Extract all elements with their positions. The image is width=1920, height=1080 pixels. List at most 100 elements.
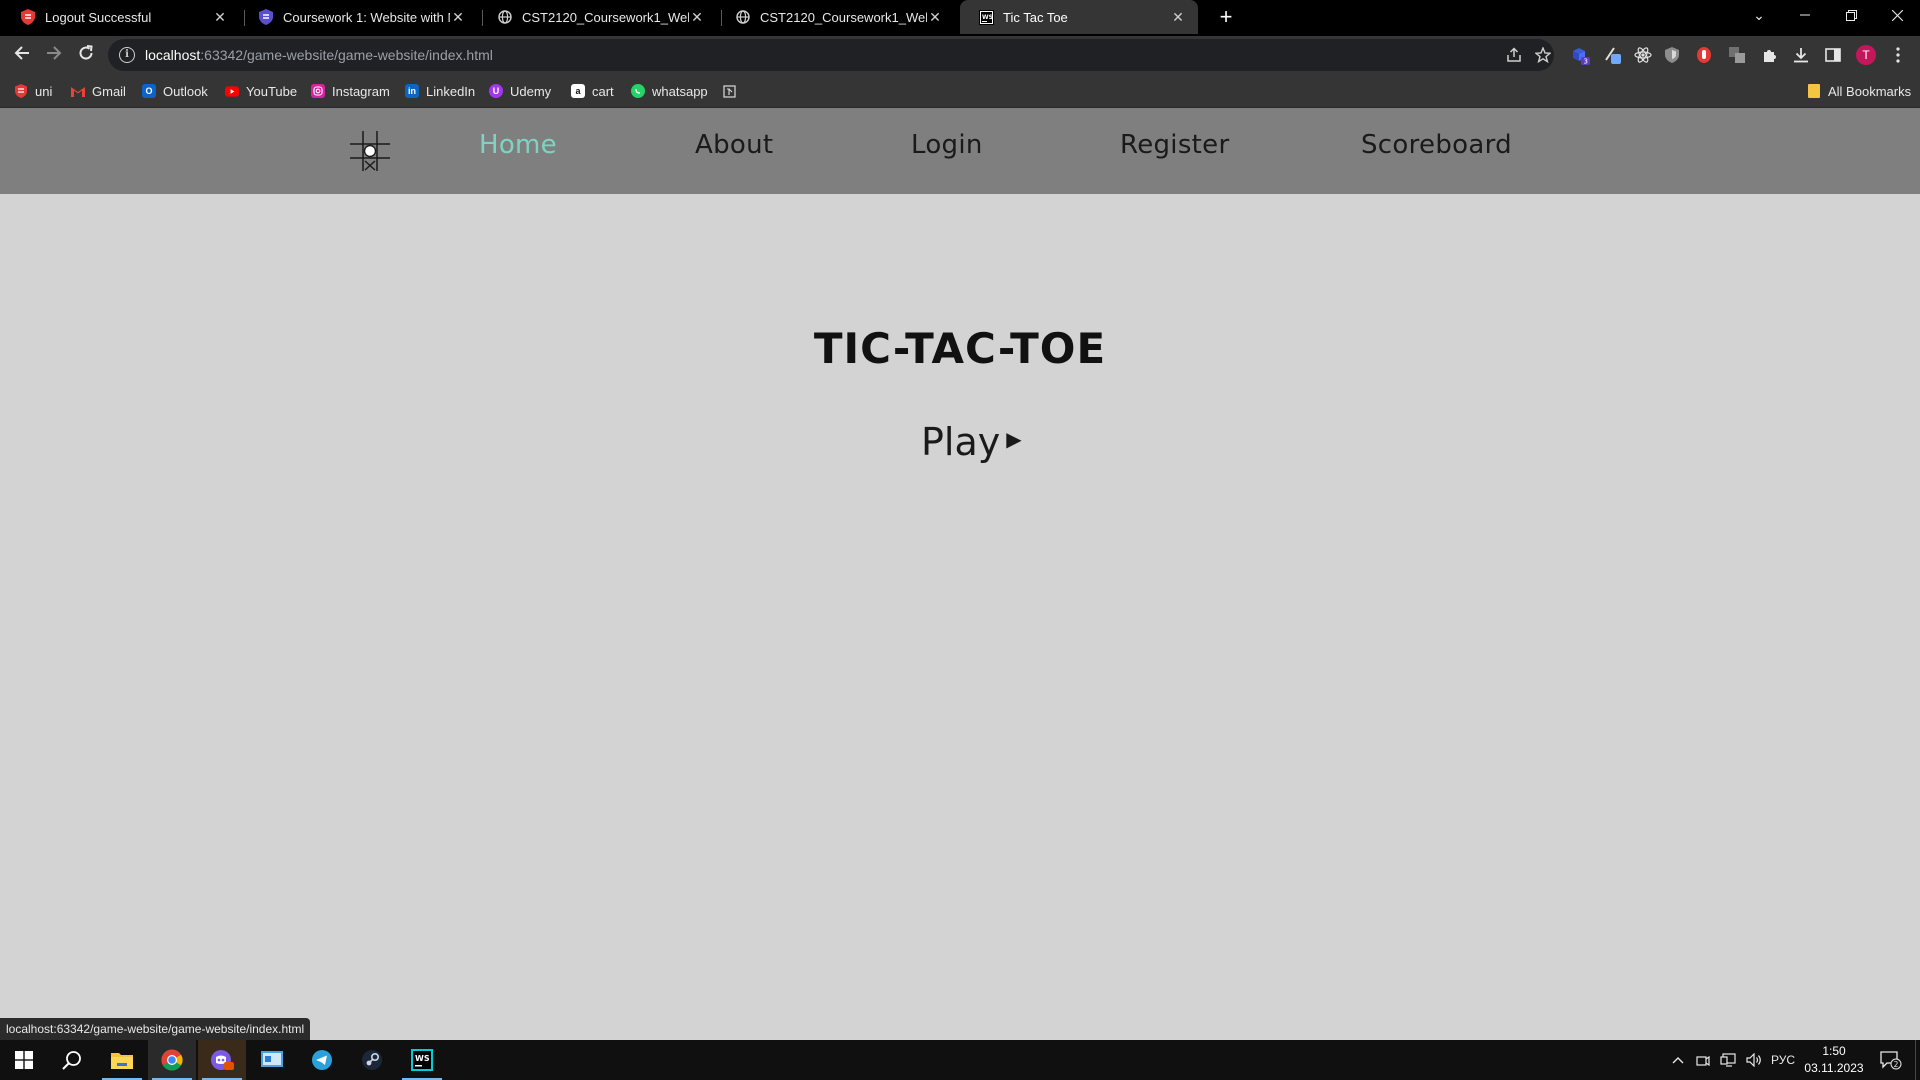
bookmark-label: Gmail <box>92 83 126 99</box>
tab-title: CST2120_Coursework1_Website <box>522 9 689 25</box>
bookmark-youtube[interactable]: YouTube <box>225 81 297 101</box>
bookmark-label: cart <box>592 83 614 99</box>
site-navbar: Home About Login Register Scoreboard <box>0 108 1920 194</box>
notifications-icon[interactable]: 2 <box>1880 1040 1902 1080</box>
svg-text:2: 2 <box>1894 1060 1899 1069</box>
forward-arrow-icon[interactable] <box>42 43 66 67</box>
close-window-icon[interactable] <box>1874 0 1920 30</box>
webstorm-icon: WS <box>978 9 994 25</box>
nav-about-link[interactable]: About <box>695 130 773 160</box>
nav-register-link[interactable]: Register <box>1120 130 1229 160</box>
bookmark-label: Udemy <box>510 83 552 99</box>
bookmark-label: Instagram <box>332 83 390 99</box>
telegram-icon[interactable] <box>298 1040 346 1080</box>
close-icon[interactable]: ✕ <box>927 9 943 26</box>
shield-extension-icon[interactable] <box>1662 45 1682 65</box>
search-icon[interactable] <box>48 1040 96 1080</box>
steam-icon[interactable] <box>348 1040 396 1080</box>
all-bookmarks-folder[interactable]: All Bookmarks <box>1807 81 1911 101</box>
react-devtools-icon[interactable] <box>1633 45 1653 65</box>
tray-overflow-chevron-icon[interactable] <box>1672 1040 1684 1080</box>
amazon-icon: a <box>571 84 585 98</box>
clock-time: 1:50 <box>1822 1044 1846 1058</box>
chrome-icon[interactable] <box>148 1040 196 1080</box>
red-record-extension-icon[interactable] <box>1694 45 1714 65</box>
back-arrow-icon[interactable] <box>10 43 34 67</box>
windows-taskbar: WS РУС 1:50 03.11.2023 2 <box>0 1040 1920 1080</box>
close-icon[interactable]: ✕ <box>212 9 228 26</box>
browser-toolbar: i localhost :63342/game-website/game-web… <box>0 36 1920 74</box>
bookmark-reading-icon[interactable] <box>723 81 736 101</box>
more-vert-icon[interactable] <box>1888 45 1908 65</box>
globe-icon <box>497 9 513 25</box>
bookmark-instagram[interactable]: Instagram <box>311 81 390 101</box>
close-icon[interactable]: ✕ <box>450 9 466 26</box>
close-icon[interactable]: ✕ <box>1170 9 1186 26</box>
profile-avatar[interactable]: T <box>1856 45 1876 65</box>
reload-icon[interactable] <box>74 43 98 67</box>
play-arrow-icon: ▶ <box>1006 427 1022 451</box>
bookmark-whatsapp[interactable]: whatsapp <box>631 81 708 101</box>
translate-extension-icon[interactable] <box>1727 45 1747 65</box>
bookmark-label: LinkedIn <box>426 83 476 99</box>
new-tab-button[interactable]: + <box>1212 4 1240 30</box>
webstorm-icon[interactable]: WS <box>398 1040 446 1080</box>
minimize-icon[interactable] <box>1782 0 1828 30</box>
nav-home-link[interactable]: Home <box>479 130 557 160</box>
windows-start-icon[interactable] <box>0 1040 48 1080</box>
tab-title: CST2120_Coursework1_Website <box>760 9 927 25</box>
youtube-icon <box>225 84 239 98</box>
input-language-indicator[interactable]: РУС <box>1771 1040 1795 1080</box>
outlook-icon: O <box>142 84 156 98</box>
bookmark-outlook[interactable]: O Outlook <box>142 81 208 101</box>
tab-cst2120-1[interactable]: CST2120_Coursework1_Website ✕ <box>479 0 717 34</box>
show-desktop-button[interactable] <box>1915 1040 1920 1080</box>
bookmark-udemy[interactable]: U Udemy <box>489 81 551 101</box>
svg-text:WS: WS <box>982 14 993 21</box>
bookmark-label: Outlook <box>163 83 208 99</box>
url-path: :63342/game-website/game-website/index.h… <box>200 47 493 63</box>
site-info-icon[interactable]: i <box>119 47 135 63</box>
side-panel-icon[interactable] <box>1823 45 1843 65</box>
pen-tool-extension-icon[interactable] <box>1603 45 1623 65</box>
meet-now-icon[interactable] <box>1696 1040 1710 1080</box>
control-panel-icon[interactable] <box>248 1040 296 1080</box>
tic-tac-toe-logo-icon[interactable] <box>348 129 392 173</box>
discord-icon[interactable] <box>198 1040 246 1080</box>
tab-search-chevron-icon[interactable]: ⌄ <box>1736 0 1782 30</box>
globe-icon <box>735 9 751 25</box>
address-bar[interactable]: i localhost :63342/game-website/game-web… <box>108 39 1554 71</box>
volume-icon[interactable] <box>1746 1040 1762 1080</box>
svg-text:WS: WS <box>415 1054 430 1063</box>
nav-scoreboard-link[interactable]: Scoreboard <box>1361 130 1512 160</box>
file-explorer-icon[interactable] <box>98 1040 146 1080</box>
extension-puzzle-badge-icon[interactable]: 3 <box>1570 45 1590 65</box>
tab-title: Tic Tac Toe <box>1003 9 1068 25</box>
tab-tic-tac-toe[interactable]: WS Tic Tac Toe ✕ <box>960 0 1198 34</box>
play-button[interactable]: Play ▶ <box>921 420 1022 464</box>
bookmark-gmail[interactable]: Gmail <box>71 81 126 101</box>
tab-title: Coursework 1: Website with Nav <box>283 9 450 25</box>
extensions-puzzle-icon[interactable] <box>1760 45 1780 65</box>
bookmark-uni[interactable]: uni <box>14 81 52 101</box>
restore-icon[interactable] <box>1828 0 1874 30</box>
taskbar-clock[interactable]: 1:50 03.11.2023 <box>1800 1043 1868 1077</box>
udemy-icon: U <box>489 84 503 98</box>
close-icon[interactable]: ✕ <box>689 9 705 26</box>
network-icon[interactable] <box>1720 1040 1736 1080</box>
nav-login-link[interactable]: Login <box>911 130 983 160</box>
bookmark-linkedin[interactable]: in LinkedIn <box>405 81 475 101</box>
tab-logout-successful[interactable]: Logout Successful ✕ <box>2 0 240 34</box>
svg-text:3: 3 <box>1584 58 1588 66</box>
tab-strip: Logout Successful ✕ Coursework 1: Websit… <box>0 0 1920 36</box>
download-icon[interactable] <box>1791 45 1811 65</box>
share-icon[interactable] <box>1506 47 1522 67</box>
page-content: Home About Login Register Scoreboard TIC… <box>0 108 1920 1040</box>
tab-cst2120-2[interactable]: CST2120_Coursework1_Website ✕ <box>717 0 955 34</box>
gmail-icon <box>71 84 85 98</box>
star-bookmark-icon[interactable] <box>1534 46 1552 67</box>
tab-coursework[interactable]: Coursework 1: Website with Nav ✕ <box>240 0 478 34</box>
bookmark-cart[interactable]: a cart <box>571 81 614 101</box>
bookmark-label: All Bookmarks <box>1828 83 1912 99</box>
tab-title: Logout Successful <box>45 9 152 25</box>
